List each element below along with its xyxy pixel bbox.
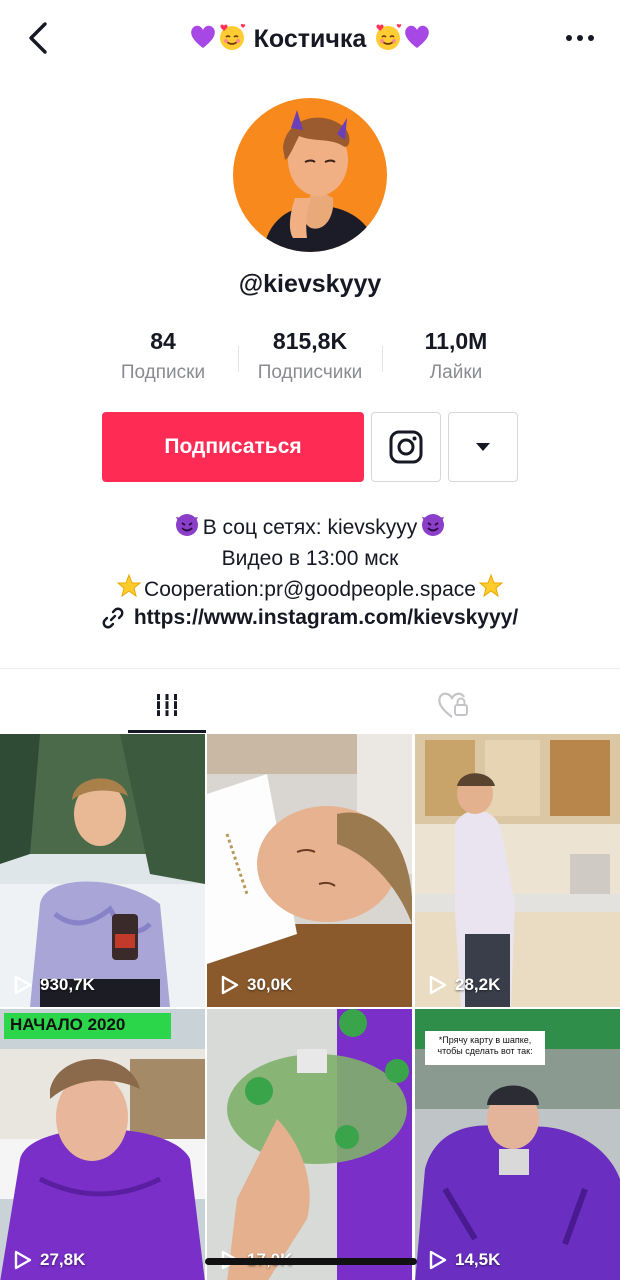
- stat-label: Лайки: [429, 362, 483, 383]
- caret-down-icon: [476, 443, 490, 451]
- username: @kievskyyy: [238, 270, 382, 298]
- bio: В соц сетях: kievskyyy Видео в 13:00 мск…: [0, 511, 620, 607]
- link-text: https://www.instagram.com/kievskyyy/: [133, 606, 519, 629]
- view-count-text: 30,0K: [247, 975, 293, 994]
- stat-label: Подписки: [120, 362, 206, 383]
- more-options-button[interactable]: [560, 22, 600, 54]
- play-icon: [429, 975, 447, 995]
- divider: [238, 346, 239, 372]
- stat-label: Подписчики: [257, 362, 363, 383]
- view-count: 27,8K: [14, 1250, 85, 1270]
- divider: [382, 346, 383, 372]
- home-indicator[interactable]: [205, 1258, 417, 1265]
- smiling-devil-icon: [173, 511, 201, 545]
- smiling-devil-icon: [419, 511, 447, 545]
- stat-value: 815,8K: [272, 328, 348, 354]
- smiling-face-hearts-icon: [217, 22, 247, 59]
- title-text: Костичка: [253, 25, 367, 54]
- bio-schedule: Видео в 13:00 мск: [221, 547, 399, 570]
- view-count: 30,0K: [221, 975, 292, 995]
- dot: [577, 35, 583, 41]
- stat-likes[interactable]: 11,0M Лайки: [386, 328, 526, 384]
- view-count: 930,7K: [14, 975, 95, 995]
- star-icon: [478, 573, 504, 607]
- dot: [588, 35, 594, 41]
- play-icon: [221, 975, 239, 995]
- follow-button[interactable]: Подписаться: [102, 412, 364, 482]
- stat-value: 84: [150, 328, 176, 354]
- bio-line: Cooperation:pr@goodpeople.space: [0, 573, 620, 607]
- bio-line: Видео в 13:00 мск: [0, 545, 620, 573]
- purple-heart-icon: [403, 24, 431, 57]
- view-count: 28,2K: [429, 975, 500, 995]
- view-count: 14,5K: [429, 1250, 500, 1270]
- top-bar: Костичка: [0, 0, 620, 78]
- profile-link[interactable]: https://www.instagram.com/kievskyyy/: [0, 606, 620, 630]
- star-icon: [116, 573, 142, 607]
- dot: [566, 35, 572, 41]
- view-count-text: 28,2K: [455, 975, 501, 994]
- video-thumbnail[interactable]: 930,7K: [0, 734, 205, 1007]
- avatar[interactable]: [233, 98, 387, 252]
- page-title: Костичка: [0, 22, 620, 59]
- video-overlay-text: НАЧАЛО 2020: [10, 1015, 126, 1034]
- bio-socials: В соц сетях: kievskyyy: [202, 516, 418, 539]
- play-icon: [14, 1250, 32, 1270]
- smiling-face-hearts-icon: [373, 22, 403, 59]
- play-icon: [14, 975, 32, 995]
- heart-lock-icon: [438, 692, 468, 718]
- instagram-button[interactable]: [371, 412, 441, 482]
- video-thumbnail[interactable]: 30,0K: [207, 734, 412, 1007]
- purple-heart-icon: [189, 24, 217, 57]
- video-thumbnail[interactable]: 17,0K: [207, 1009, 412, 1280]
- video-thumbnail[interactable]: НАЧАЛО 2020 27,8K: [0, 1009, 205, 1280]
- tab-videos[interactable]: [128, 678, 206, 732]
- link-icon: [102, 607, 124, 629]
- view-count-text: 930,7K: [40, 975, 95, 994]
- stat-following[interactable]: 84 Подписки: [93, 328, 233, 384]
- play-icon: [429, 1250, 447, 1270]
- divider: [0, 668, 620, 669]
- grid-icon: [154, 694, 180, 716]
- bio-cooperation: Cooperation:pr@goodpeople.space: [144, 578, 476, 601]
- tab-liked[interactable]: [414, 678, 492, 732]
- stat-value: 11,0M: [424, 328, 488, 354]
- stat-followers[interactable]: 815,8K Подписчики: [240, 328, 380, 384]
- view-count-text: 27,8K: [40, 1250, 86, 1269]
- profile-stats: 84 Подписки 815,8K Подписчики 11,0M Лайк…: [0, 328, 620, 388]
- video-thumbnail[interactable]: *Прячу карту в шапке, чтобы сделать вот …: [415, 1009, 620, 1280]
- bio-line: В соц сетях: kievskyyy: [0, 511, 620, 545]
- video-overlay-text: *Прячу карту в шапке, чтобы сделать вот …: [437, 1035, 533, 1056]
- video-thumbnail[interactable]: 28,2K: [415, 734, 620, 1007]
- suggested-accounts-button[interactable]: [448, 412, 518, 482]
- instagram-icon: [389, 430, 423, 464]
- view-count-text: 14,5K: [455, 1250, 501, 1269]
- active-tab-indicator: [128, 730, 206, 733]
